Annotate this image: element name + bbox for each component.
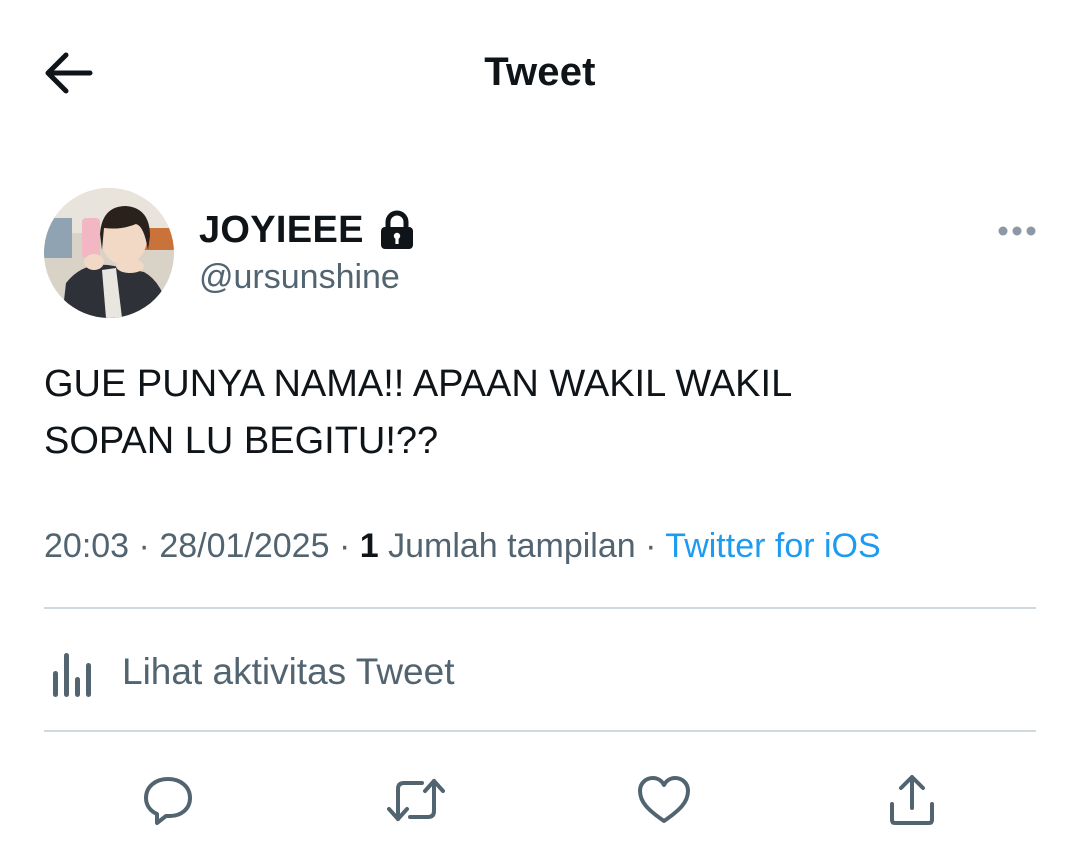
reply-button[interactable] (138, 770, 198, 830)
page-title: Tweet (484, 50, 596, 94)
view-activity-label: Lihat aktivitas Tweet (122, 651, 455, 692)
tweet-date[interactable]: 28/01/2025 (159, 527, 329, 565)
reply-icon (144, 777, 192, 825)
separator: · (338, 527, 351, 565)
author-name-row[interactable]: JOYIEEE (199, 207, 416, 253)
share-icon (890, 775, 934, 825)
separator: · (645, 527, 657, 565)
views-count: 1 (359, 527, 379, 565)
divider (44, 607, 1036, 609)
tweet-text-line: SOPAN LU BEGITU!?? (44, 420, 439, 462)
more-horizontal-icon (998, 226, 1036, 236)
view-activity-button[interactable]: Lihat aktivitas Tweet (44, 642, 455, 702)
profile-photo (44, 188, 174, 318)
tweet-text-line: GUE PUNYA NAMA!! APAAN WAKIL WAKIL (44, 363, 793, 405)
retweet-button[interactable] (386, 770, 446, 830)
top-bar: Tweet (0, 0, 1080, 145)
tweet-text: GUE PUNYA NAMA!! APAAN WAKIL WAKIL SOPAN… (44, 356, 1034, 470)
author-handle[interactable]: @ursunshine (199, 258, 400, 297)
separator: · (138, 527, 150, 565)
lock-icon (378, 210, 416, 250)
avatar[interactable] (44, 188, 174, 318)
like-icon (638, 776, 690, 823)
like-button[interactable] (634, 770, 694, 830)
analytics-icon (53, 653, 91, 697)
source-link[interactable]: Twitter for iOS (665, 527, 880, 565)
retweet-icon (387, 779, 445, 821)
divider (44, 730, 1036, 732)
tweet-metadata: 20:03 · 28/01/2025 · 1 Jumlah tampilan ·… (44, 527, 881, 566)
tweet-time[interactable]: 20:03 (44, 527, 129, 565)
more-options-button[interactable] (996, 216, 1038, 246)
author-display-name[interactable]: JOYIEEE (199, 209, 364, 252)
share-button[interactable] (882, 770, 942, 830)
views-label: Jumlah tampilan (388, 527, 636, 565)
